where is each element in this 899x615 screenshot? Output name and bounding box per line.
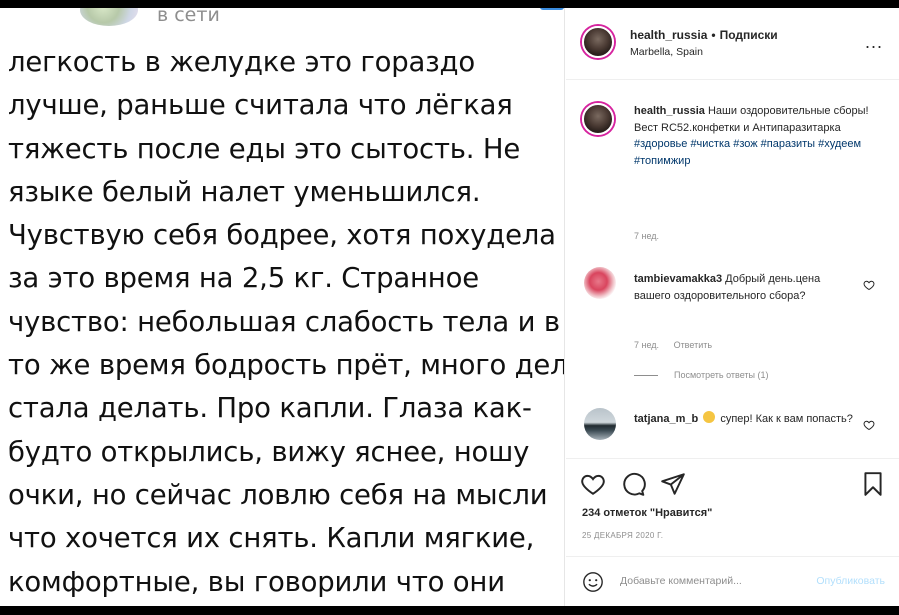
chat-line: тяжесть после еды это сытость. Не [8,132,521,165]
add-comment-bar: Добавьте комментарий... Опубликовать [566,556,899,606]
separator-dot: • [711,28,716,42]
comment-avatar[interactable] [584,267,616,299]
view-replies-button[interactable]: Посмотреть ответы (1) [634,370,769,380]
avatar[interactable] [582,26,614,58]
post-actions: 234 отметок "Нравится" 25 ДЕКАБРЯ 2020 Г… [566,458,899,566]
post-date[interactable]: 25 ДЕКАБРЯ 2020 Г. [582,531,663,540]
clapping-emoji-icon [703,411,716,423]
chat-line: стала делать. Про капли. Глаза как- [8,392,532,425]
username-link[interactable]: health_russia [630,28,707,42]
post-photo[interactable]: в сети легкость в желудке это гораздо лу… [0,8,565,606]
follow-status-button[interactable]: Подписки [720,28,778,42]
comment-text: супер! Как к вам попасть? [720,413,853,425]
chat-line: лучше, раньше считала что лёгкая [8,89,513,122]
chat-status: в сети [157,8,220,26]
comment: tambievamakka3 Добрый день.цена вашего о… [634,271,849,304]
chat-line: легкость в желудке это гораздо [8,46,475,78]
chat-line: то же время бодрость прёт, много дел [8,349,565,382]
chat-line: за это время на 2,5 кг. Странное [8,262,479,295]
chat-badge [540,8,564,10]
comment-avatar[interactable] [584,408,616,440]
chat-line: Чувствую себя бодрее, хотя похудела [8,219,556,252]
comment-username[interactable]: tatjana_m_b [634,413,698,425]
location-link[interactable]: Marbella, Spain [630,46,703,58]
share-icon[interactable] [660,471,686,497]
view-replies-label: Посмотреть ответы (1) [674,370,769,380]
bookmark-icon[interactable] [860,471,886,497]
like-icon[interactable] [580,471,606,497]
header-user-row: health_russia • Подписки [630,28,778,42]
reply-button[interactable]: Ответить [674,340,712,350]
caption-time[interactable]: 7 нед. [634,231,659,241]
comment-time[interactable]: 7 нед. [634,340,659,350]
chat-line: чувство: небольшая слабость тела и в [8,305,560,338]
post-modal: в сети легкость в желудке это гораздо лу… [0,8,899,606]
chat-line: будто открылись, вижу яснее, ношу [8,435,530,468]
chat-line: что хочется их снять. Капли мягкие, [8,522,535,555]
caption-avatar[interactable] [582,103,614,135]
chat-line: языке белый налет уменьшился. [8,175,481,208]
comments-list[interactable]: health_russia Наши оздоровительные сборы… [566,81,899,457]
chat-line: очки, но сейчас ловлю себя на мысли [8,478,548,511]
comment-meta: 7 нед. Ответить [634,340,724,350]
like-comment-icon[interactable] [863,279,875,291]
replies-line [634,374,658,376]
like-comment-icon[interactable] [863,419,875,431]
publish-button[interactable]: Опубликовать [816,575,885,587]
comment-input[interactable]: Добавьте комментарий... [620,575,742,587]
comment-icon[interactable] [620,471,646,497]
post-caption: health_russia Наши оздоровительные сборы… [634,103,870,169]
caption-hashtags[interactable]: #здоровье #чистка #зож #паразиты #худеем… [634,138,861,167]
chat-line: комфортные, вы говорили что они [8,565,505,598]
emoji-picker-icon[interactable] [582,571,604,593]
likes-count[interactable]: 234 отметок "Нравится" [582,507,712,519]
more-options-icon[interactable]: ... [865,32,883,53]
post-header: health_russia • Подписки Marbella, Spain .… [566,8,899,80]
chat-avatar [80,8,138,26]
caption-username[interactable]: health_russia [634,105,705,117]
comment: tatjana_m_b супер! Как к вам попасть? [634,411,854,428]
post-sidebar: health_russia • Подписки Marbella, Spain .… [566,8,899,606]
comment-username[interactable]: tambievamakka3 [634,273,722,285]
chat-message: легкость в желудке это гораздо лучше, ра… [8,41,565,604]
